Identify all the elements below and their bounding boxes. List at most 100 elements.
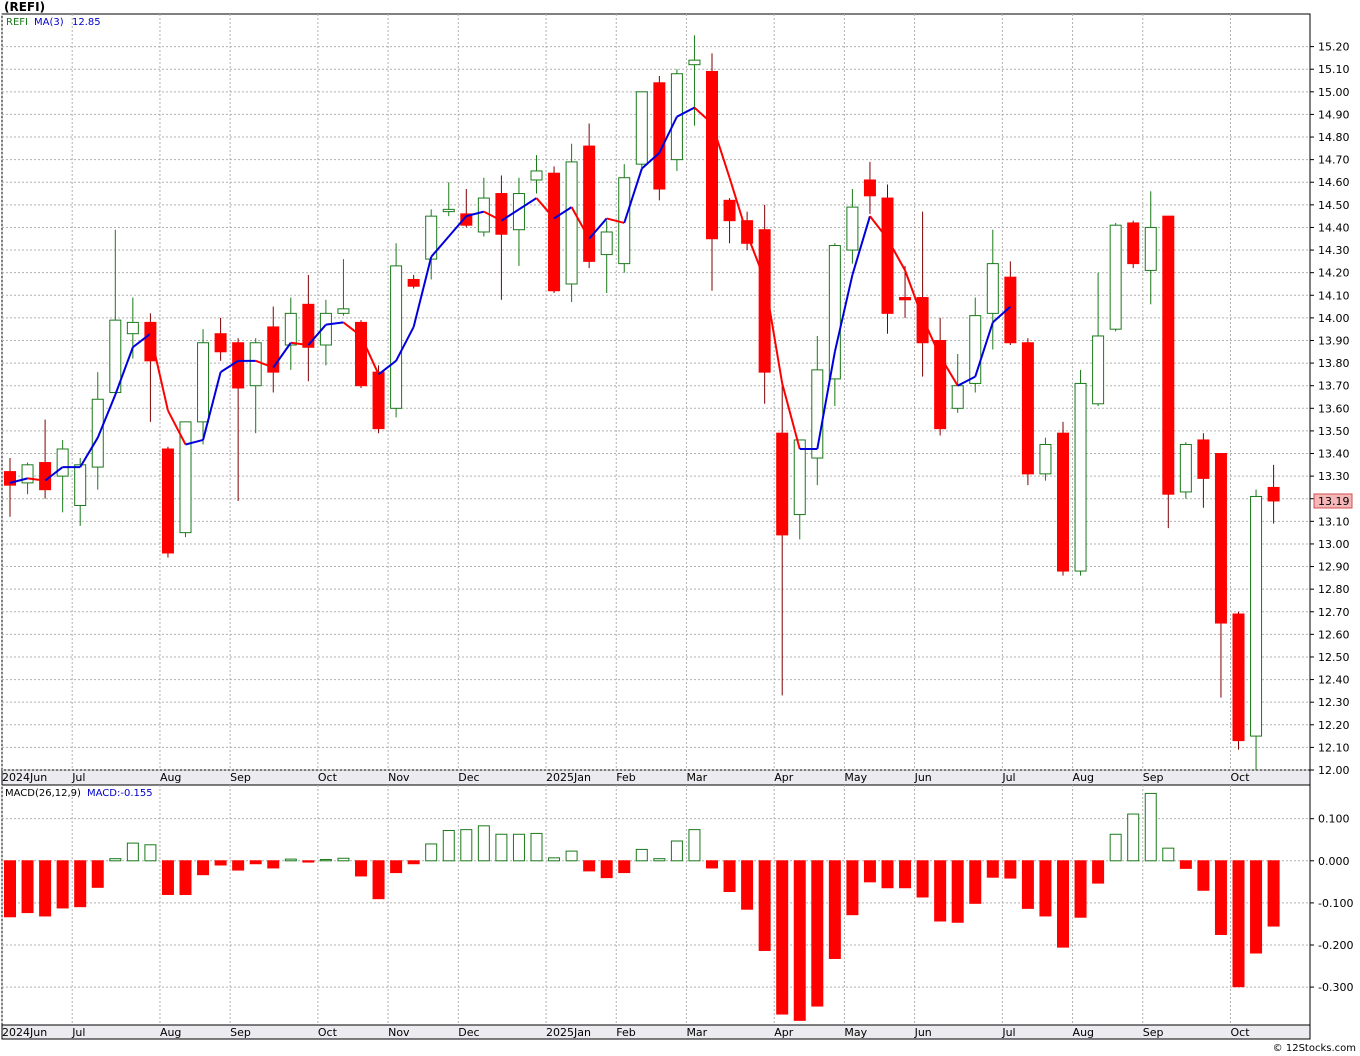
macd-x-label: Oct bbox=[1231, 1026, 1251, 1039]
candle-body bbox=[284, 312, 297, 346]
price-y-tick-label: 12.40 bbox=[1318, 674, 1350, 687]
candle-body bbox=[249, 342, 262, 387]
macd-panel bbox=[1, 784, 1311, 1026]
macd-bar bbox=[828, 860, 841, 959]
candle-body bbox=[1232, 613, 1245, 742]
macd-bar bbox=[126, 842, 139, 862]
price-legend-symbol: REFI bbox=[6, 17, 28, 28]
candle-body bbox=[565, 161, 578, 285]
macd-x-label: 2024Jun bbox=[2, 1026, 47, 1039]
price-y-tick-label: 14.20 bbox=[1318, 267, 1350, 280]
candle-body bbox=[548, 172, 561, 292]
candle-body bbox=[899, 297, 912, 301]
price-y-tick-label: 12.20 bbox=[1318, 719, 1350, 732]
price-y-tick-label: 14.70 bbox=[1318, 154, 1350, 167]
price-y-tick-label: 12.80 bbox=[1318, 583, 1350, 596]
price-x-label: Oct bbox=[318, 771, 338, 784]
last-price-label: 13.19 bbox=[1318, 495, 1350, 508]
macd-x-label: Nov bbox=[388, 1026, 410, 1039]
candle-body bbox=[1057, 432, 1069, 572]
macd-bar bbox=[583, 860, 596, 872]
price-y-tick-label: 12.90 bbox=[1318, 561, 1350, 574]
price-y-tick-label: 13.70 bbox=[1318, 380, 1350, 393]
price-x-label: Jun bbox=[914, 771, 932, 784]
price-y-tick-label: 14.80 bbox=[1318, 131, 1350, 144]
macd-bar bbox=[1179, 860, 1192, 869]
macd-x-label: Oct bbox=[318, 1026, 338, 1039]
macd-bar bbox=[1144, 792, 1157, 862]
macd-x-label: 2025Jan bbox=[546, 1026, 591, 1039]
price-y-tick-label: 12.10 bbox=[1318, 741, 1350, 754]
macd-bar bbox=[934, 860, 947, 922]
candle-body bbox=[56, 448, 69, 477]
candle-body bbox=[1267, 486, 1280, 502]
price-y-tick-label: 14.60 bbox=[1318, 176, 1350, 189]
price-y-tick-label: 12.50 bbox=[1318, 651, 1350, 664]
macd-bar bbox=[600, 860, 613, 879]
macd-bar bbox=[144, 844, 157, 862]
candle-body bbox=[934, 339, 947, 430]
price-y-tick-label: 13.80 bbox=[1318, 357, 1350, 370]
price-x-label: Jul bbox=[71, 771, 85, 784]
price-y-tick-label: 12.70 bbox=[1318, 606, 1350, 619]
macd-bar bbox=[495, 833, 508, 862]
price-x-label: Dec bbox=[458, 771, 479, 784]
macd-bar bbox=[109, 858, 122, 862]
price-x-label: Jul bbox=[1001, 771, 1015, 784]
macd-bar bbox=[741, 860, 754, 910]
chart-canvas: 12.00 12.10 12.20 12.30 12.40 12.50 12.60 12.70… bbox=[1, 13, 1353, 1040]
macd-bar bbox=[635, 848, 648, 862]
macd-bar bbox=[1232, 860, 1245, 988]
macd-x-label: Sep bbox=[230, 1026, 251, 1039]
price-y-tick-label: 14.40 bbox=[1318, 221, 1350, 234]
candle-body bbox=[91, 398, 104, 468]
candle-body bbox=[1179, 443, 1192, 493]
macd-x-label: Sep bbox=[1143, 1026, 1164, 1039]
price-y-tick-label: 12.60 bbox=[1318, 628, 1350, 641]
macd-x-label: Jun bbox=[914, 1026, 932, 1039]
macd-legend-value: MACD:-0.155 bbox=[87, 788, 153, 799]
candle-body bbox=[793, 439, 806, 516]
candle-body bbox=[1021, 342, 1034, 475]
candle-body bbox=[442, 208, 455, 213]
price-y-tick-label: 13.30 bbox=[1318, 470, 1350, 483]
macd-bar bbox=[688, 829, 701, 862]
macd-bar bbox=[811, 860, 824, 1007]
macd-y-tick-label: -0.100 bbox=[1318, 897, 1353, 910]
macd-bar bbox=[916, 860, 929, 898]
macd-bar bbox=[390, 860, 403, 874]
candle-body bbox=[1162, 215, 1175, 495]
macd-bar bbox=[477, 825, 490, 862]
candle-body bbox=[1074, 382, 1087, 572]
macd-bar bbox=[284, 858, 297, 862]
candle-body bbox=[1250, 495, 1263, 737]
macd-bar bbox=[951, 860, 964, 923]
candle-body bbox=[846, 206, 859, 251]
price-x-label: Sep bbox=[1143, 771, 1164, 784]
macd-bar bbox=[723, 860, 736, 893]
macd-bar bbox=[197, 860, 210, 876]
candle-body bbox=[1092, 335, 1105, 405]
macd-x-label: Jul bbox=[71, 1026, 85, 1039]
price-y-tick-label: 13.90 bbox=[1318, 334, 1350, 347]
macd-bar bbox=[214, 860, 227, 866]
macd-bar bbox=[232, 860, 245, 871]
macd-x-label: Mar bbox=[686, 1026, 707, 1039]
macd-bar bbox=[1057, 860, 1069, 948]
macd-bar bbox=[548, 857, 561, 862]
candle-body bbox=[530, 170, 543, 181]
macd-y-tick-label: -0.200 bbox=[1318, 939, 1353, 952]
price-y-tick-label: 15.00 bbox=[1318, 86, 1350, 99]
macd-bar bbox=[1162, 847, 1175, 862]
macd-bar bbox=[91, 860, 104, 888]
macd-bar bbox=[793, 860, 806, 1021]
candle-body bbox=[881, 197, 894, 314]
candle-body bbox=[1197, 439, 1210, 479]
macd-bar bbox=[161, 860, 174, 895]
macd-bar bbox=[39, 860, 52, 917]
macd-bar bbox=[302, 860, 315, 863]
macd-bar bbox=[460, 829, 473, 862]
candle-body bbox=[161, 448, 174, 554]
price-x-label: Aug bbox=[160, 771, 181, 784]
macd-bar bbox=[1250, 860, 1263, 954]
